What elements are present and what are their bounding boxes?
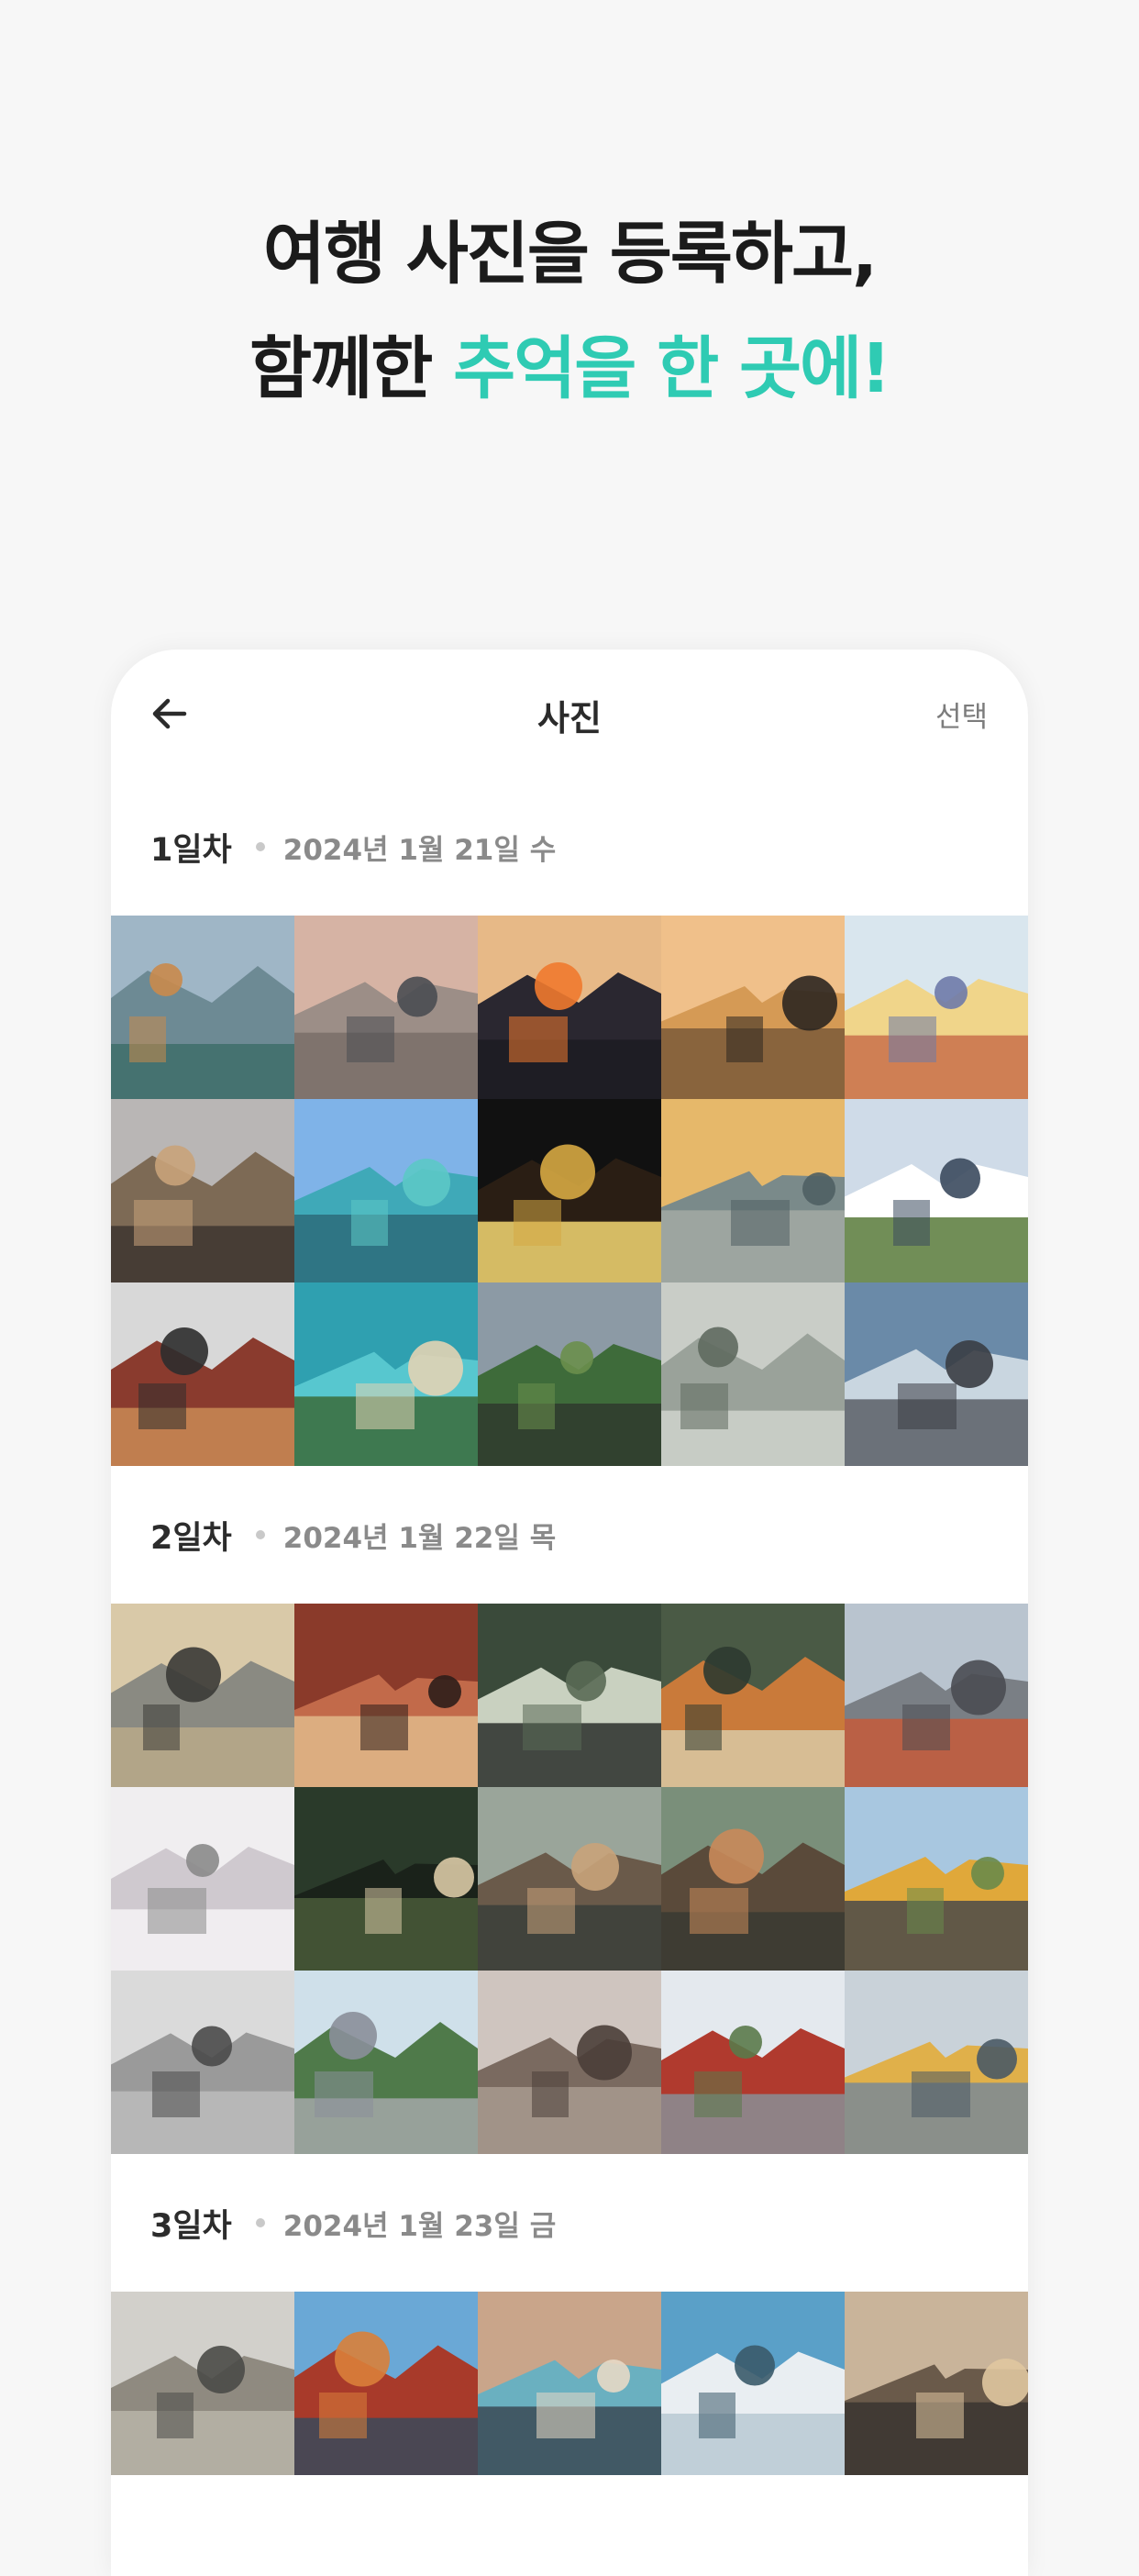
separator-dot bbox=[255, 842, 265, 851]
day-header: 3일차 2024년 1월 23일 금 bbox=[111, 2154, 1028, 2292]
photo-thumbnail-japanese-street[interactable] bbox=[845, 1282, 1028, 1466]
photo-thumbnail-image bbox=[111, 2292, 294, 2475]
photo-thumbnail-image bbox=[845, 1787, 1028, 1971]
photo-thumbnail-street-shops[interactable] bbox=[661, 1604, 845, 1787]
photo-thumbnail-wooden-houses[interactable] bbox=[478, 1787, 661, 1971]
day-header: 2일차 2024년 1월 22일 목 bbox=[111, 1466, 1028, 1604]
photo-thumbnail-red-pagoda-sky[interactable] bbox=[294, 2292, 478, 2475]
photo-thumbnail-image bbox=[661, 1282, 845, 1466]
photo-thumbnail-image bbox=[111, 1282, 294, 1466]
photo-thumbnail-image bbox=[111, 1604, 294, 1787]
photo-thumbnail-image bbox=[845, 1604, 1028, 1787]
photo-thumbnail-image bbox=[661, 1787, 845, 1971]
photo-thumbnail-turquoise-beach-cliff[interactable] bbox=[294, 1282, 478, 1466]
phone-screen: 사진 선택 1일차 2024년 1월 21일 수 2일차 2024년 1월 22… bbox=[111, 650, 1028, 2576]
select-button[interactable]: 선택 bbox=[935, 694, 988, 735]
photo-thumbnail-image bbox=[294, 2292, 478, 2475]
photo-thumbnail-image bbox=[845, 2292, 1028, 2475]
photo-thumbnail-image bbox=[294, 1282, 478, 1466]
photo-thumbnail-image bbox=[111, 1099, 294, 1282]
app-bar: 사진 선택 bbox=[111, 650, 1028, 778]
separator-dot bbox=[255, 1530, 265, 1539]
photo-thumbnail-image bbox=[294, 1787, 478, 1971]
day-date: 2024년 1월 23일 금 bbox=[282, 2209, 557, 2243]
photo-thumbnail-image bbox=[478, 1099, 661, 1282]
photo-thumbnail-kimono-night-street[interactable] bbox=[294, 1787, 478, 1971]
photo-grid bbox=[111, 2292, 1028, 2475]
day-date: 2024년 1월 22일 목 bbox=[282, 1521, 557, 1555]
photo-thumbnail-mountain-lake-boat[interactable] bbox=[111, 916, 294, 1099]
photo-thumbnail-cherry-blossom[interactable] bbox=[111, 1787, 294, 1971]
photo-thumbnail-image bbox=[661, 1971, 845, 2154]
photo-thumbnail-image bbox=[294, 1099, 478, 1282]
photo-thumbnail-image bbox=[111, 916, 294, 1099]
day-date: 2024년 1월 21일 수 bbox=[282, 833, 557, 867]
photo-thumbnail-image bbox=[661, 916, 845, 1099]
day-label: 1일차 bbox=[150, 831, 232, 869]
photo-thumbnail-image bbox=[478, 916, 661, 1099]
photo-thumbnail-image bbox=[478, 1787, 661, 1971]
hero-line-2: 함께한 추억을 한 곳에! bbox=[0, 312, 1139, 427]
photo-thumbnail-image bbox=[294, 1971, 478, 2154]
photo-thumbnail-old-alley-buildings[interactable] bbox=[478, 1971, 661, 2154]
photo-thumbnail-photographer-camera[interactable] bbox=[111, 1282, 294, 1466]
photo-thumbnail-glowing-moon-hand[interactable] bbox=[478, 1099, 661, 1282]
photo-thumbnail-friends-silhouette-sunset[interactable] bbox=[661, 916, 845, 1099]
photo-thumbnail-image bbox=[661, 1604, 845, 1787]
day-header: 1일차 2024년 1월 21일 수 bbox=[111, 778, 1028, 916]
photo-thumbnail-image bbox=[478, 1282, 661, 1466]
day-label: 2일차 bbox=[150, 1519, 232, 1557]
photo-thumbnail-blue-stairs[interactable] bbox=[661, 2292, 845, 2475]
photo-grid bbox=[111, 1604, 1028, 2154]
photo-thumbnail-image bbox=[478, 1604, 661, 1787]
photo-thumbnail-image bbox=[845, 1971, 1028, 2154]
photo-thumbnail-misty-bridge-path[interactable] bbox=[661, 1282, 845, 1466]
photo-thumbnail-palace-beach[interactable] bbox=[111, 1099, 294, 1282]
photo-thumbnail-autumn-trees-street[interactable] bbox=[845, 1787, 1028, 1971]
photo-thumbnail-japanese-castle[interactable] bbox=[845, 1099, 1028, 1282]
hero-line-2-prefix: 함께한 bbox=[249, 329, 454, 408]
day-section: 2일차 2024년 1월 22일 목 bbox=[111, 1466, 1028, 2154]
photo-thumbnail-city-crossing[interactable] bbox=[845, 1604, 1028, 1787]
separator-dot bbox=[255, 2218, 265, 2227]
photo-thumbnail-evening-alley[interactable] bbox=[845, 2292, 1028, 2475]
photo-thumbnail-image bbox=[294, 1604, 478, 1787]
page-title: 사진 bbox=[537, 698, 602, 738]
photo-thumbnail-graffiti-street[interactable] bbox=[111, 2292, 294, 2475]
photo-thumbnail-green-mountain-town[interactable] bbox=[294, 1971, 478, 2154]
photo-thumbnail-image bbox=[111, 1971, 294, 2154]
photo-thumbnail-big-ben-river[interactable] bbox=[661, 1099, 845, 1282]
hero-heading: 여행 사진을 등록하고, 함께한 추억을 한 곳에! bbox=[0, 197, 1139, 427]
photo-thumbnail-image bbox=[661, 2292, 845, 2475]
photo-thumbnail-friends-group-ferris-wheel[interactable] bbox=[845, 916, 1028, 1099]
photo-thumbnail-red-shop-front[interactable] bbox=[294, 1604, 478, 1787]
photo-thumbnail-image bbox=[845, 1282, 1028, 1466]
hero-line-2-accent: 추억을 한 곳에! bbox=[453, 329, 891, 408]
photo-grid bbox=[111, 916, 1028, 1466]
photo-thumbnail-image bbox=[661, 1099, 845, 1282]
photo-thumbnail-image bbox=[294, 916, 478, 1099]
photo-thumbnail-image bbox=[845, 916, 1028, 1099]
day-section: 1일차 2024년 1월 21일 수 bbox=[111, 778, 1028, 1466]
day-section: 3일차 2024년 1월 23일 금 bbox=[111, 2154, 1028, 2475]
photo-thumbnail-corner-building[interactable] bbox=[111, 1604, 294, 1787]
photo-thumbnail-tropical-water-bungalows[interactable] bbox=[294, 1099, 478, 1282]
photo-thumbnail-green-mountains-hiker[interactable] bbox=[478, 1282, 661, 1466]
photo-day-list: 1일차 2024년 1월 21일 수 2일차 2024년 1월 22일 목 3일… bbox=[111, 778, 1028, 2475]
photo-thumbnail-sign-wall[interactable] bbox=[478, 2292, 661, 2475]
photo-thumbnail-airplane-wing-sunset[interactable] bbox=[478, 916, 661, 1099]
photo-thumbnail-image bbox=[478, 1971, 661, 2154]
photo-thumbnail-image bbox=[111, 1787, 294, 1971]
photo-thumbnail-image bbox=[478, 2292, 661, 2475]
photo-thumbnail-bw-city-street[interactable] bbox=[111, 1971, 294, 2154]
hero-line-1: 여행 사진을 등록하고, bbox=[262, 215, 878, 294]
photo-thumbnail-wooden-houses-2[interactable] bbox=[661, 1787, 845, 1971]
day-label: 3일차 bbox=[150, 2207, 232, 2245]
photo-thumbnail-narrow-alley[interactable] bbox=[478, 1604, 661, 1787]
photo-thumbnail-pagoda-mountain[interactable] bbox=[661, 1971, 845, 2154]
photo-thumbnail-canal-city-signs[interactable] bbox=[845, 1971, 1028, 2154]
photo-thumbnail-person-on-rocks[interactable] bbox=[294, 916, 478, 1099]
photo-thumbnail-image bbox=[845, 1099, 1028, 1282]
